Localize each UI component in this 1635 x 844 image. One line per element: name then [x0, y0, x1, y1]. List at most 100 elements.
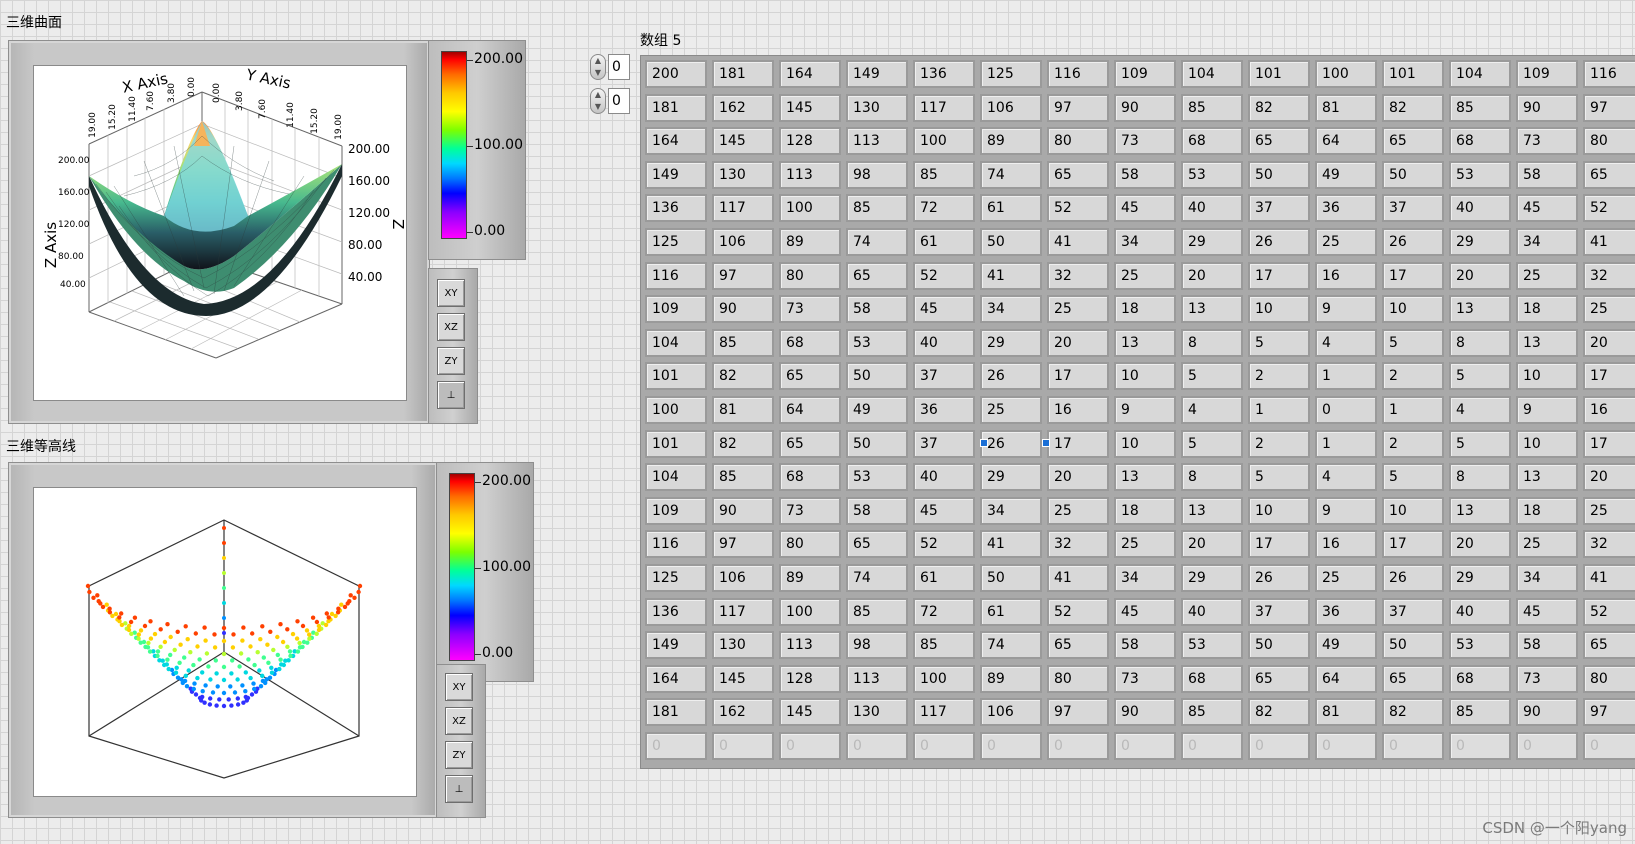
array-cell[interactable]: 37 — [913, 429, 975, 458]
array-cell[interactable]: 45 — [1114, 597, 1176, 626]
array-cell[interactable]: 101 — [1382, 60, 1444, 88]
array-cell[interactable]: 13 — [1449, 295, 1511, 324]
array-cell[interactable]: 65 — [846, 530, 908, 559]
array-cell[interactable]: 36 — [913, 396, 975, 424]
array-cell[interactable]: 18 — [1114, 496, 1176, 525]
array-cell[interactable]: 16 — [1047, 396, 1109, 424]
array-cell[interactable]: 5 — [1181, 362, 1243, 391]
array-cell[interactable]: 149 — [645, 631, 707, 660]
array-cell-empty[interactable]: 0 — [1315, 732, 1377, 760]
array-cell[interactable]: 100 — [913, 127, 975, 156]
array-cell[interactable]: 116 — [1583, 60, 1635, 88]
xy-plane-icon[interactable]: XY — [445, 673, 473, 701]
array-cell[interactable]: 36 — [1315, 597, 1377, 626]
surface-color-ramp[interactable] — [441, 51, 467, 239]
xy-plane-icon[interactable]: XY — [437, 279, 465, 307]
array-cell[interactable]: 10 — [1516, 429, 1578, 458]
array-cell[interactable]: 61 — [980, 194, 1042, 223]
array-cell[interactable]: 82 — [1248, 93, 1310, 122]
array-cell[interactable]: 5 — [1248, 463, 1310, 492]
array-cell[interactable]: 73 — [1516, 664, 1578, 693]
array-cell[interactable]: 58 — [846, 295, 908, 324]
array-cell[interactable]: 104 — [1181, 60, 1243, 88]
array-cell[interactable]: 97 — [712, 530, 774, 559]
array-cell[interactable]: 29 — [980, 463, 1042, 492]
array-cell-empty[interactable]: 0 — [1181, 732, 1243, 760]
array-cell[interactable]: 9 — [1315, 295, 1377, 324]
array-cell[interactable]: 74 — [980, 160, 1042, 189]
array-cell[interactable]: 4 — [1315, 328, 1377, 357]
array-cell[interactable]: 34 — [1516, 228, 1578, 256]
array-cell[interactable]: 17 — [1583, 362, 1635, 391]
array-cell[interactable]: 116 — [645, 261, 707, 290]
array-cell[interactable]: 8 — [1449, 328, 1511, 357]
array-cell[interactable]: 20 — [1047, 328, 1109, 357]
array-cell[interactable]: 13 — [1449, 496, 1511, 525]
surface-plot-area[interactable]: X Axis Y Axis Z Axis Z 19.00 15.20 11.40… — [33, 65, 407, 401]
array-cell[interactable]: 10 — [1382, 295, 1444, 324]
array-cell[interactable]: 20 — [1583, 328, 1635, 357]
array-cell[interactable]: 0 — [1315, 396, 1377, 424]
array-cell[interactable]: 116 — [645, 530, 707, 559]
array-cell[interactable]: 17 — [1047, 362, 1109, 391]
array-cell[interactable]: 20 — [1181, 530, 1243, 559]
array-cell[interactable]: 1 — [1315, 429, 1377, 458]
array-cell[interactable]: 65 — [779, 429, 841, 458]
array-cell[interactable]: 41 — [1047, 228, 1109, 256]
array-cell[interactable]: 98 — [846, 631, 908, 660]
array-cell[interactable]: 82 — [712, 362, 774, 391]
array-cell[interactable]: 52 — [1047, 597, 1109, 626]
array-cell[interactable]: 45 — [913, 295, 975, 324]
array-cell[interactable]: 5 — [1382, 328, 1444, 357]
array-cell[interactable]: 80 — [779, 261, 841, 290]
array-cell[interactable]: 82 — [712, 429, 774, 458]
array-cell[interactable]: 106 — [712, 564, 774, 592]
array-cell[interactable]: 13 — [1516, 328, 1578, 357]
array-cell[interactable]: 29 — [1449, 228, 1511, 256]
array-cell[interactable]: 25 — [1114, 530, 1176, 559]
array-cell[interactable]: 80 — [1583, 127, 1635, 156]
array-cell[interactable]: 125 — [645, 228, 707, 256]
array-cell[interactable]: 74 — [846, 564, 908, 592]
array-cell[interactable]: 145 — [712, 127, 774, 156]
array-cell[interactable]: 113 — [846, 127, 908, 156]
array-cell[interactable]: 113 — [846, 664, 908, 693]
array-cell[interactable]: 1 — [1315, 362, 1377, 391]
yz-plane-icon[interactable]: ZY — [437, 347, 465, 375]
array-cell[interactable]: 49 — [1315, 631, 1377, 660]
array-cell[interactable]: 100 — [1315, 60, 1377, 88]
array-cell[interactable]: 109 — [1516, 60, 1578, 88]
col-index-value[interactable]: 0 — [608, 88, 630, 114]
array-cell[interactable]: 68 — [1449, 664, 1511, 693]
array-cell[interactable]: 68 — [1449, 127, 1511, 156]
array-cell[interactable]: 53 — [1449, 631, 1511, 660]
array-cell[interactable]: 65 — [846, 261, 908, 290]
array-cell-empty[interactable]: 0 — [779, 732, 841, 760]
array-cell-empty[interactable]: 0 — [1047, 732, 1109, 760]
array-cell[interactable]: 68 — [1181, 664, 1243, 693]
array-cell[interactable]: 65 — [1382, 664, 1444, 693]
array-cell[interactable]: 73 — [779, 295, 841, 324]
array-cell[interactable]: 9 — [1516, 396, 1578, 424]
array-cell[interactable]: 26 — [1382, 228, 1444, 256]
array-cell[interactable]: 26 — [1248, 564, 1310, 592]
array-cell[interactable]: 4 — [1315, 463, 1377, 492]
array-cell[interactable]: 26 — [980, 429, 1042, 458]
array-cell[interactable]: 41 — [1583, 228, 1635, 256]
array-cell-empty[interactable]: 0 — [1114, 732, 1176, 760]
array-cell[interactable]: 52 — [1047, 194, 1109, 223]
array-cell[interactable]: 82 — [1248, 698, 1310, 727]
array-cell[interactable]: 41 — [980, 261, 1042, 290]
array-cell[interactable]: 89 — [980, 127, 1042, 156]
array-cell[interactable]: 113 — [779, 631, 841, 660]
array-cell[interactable]: 117 — [913, 698, 975, 727]
array-cell[interactable]: 72 — [913, 597, 975, 626]
array-cell[interactable]: 16 — [1315, 530, 1377, 559]
array-cell[interactable]: 37 — [913, 362, 975, 391]
array-cell[interactable]: 106 — [712, 228, 774, 256]
array-cell[interactable]: 13 — [1516, 463, 1578, 492]
array-cell[interactable]: 72 — [913, 194, 975, 223]
array-cell[interactable]: 68 — [1181, 127, 1243, 156]
array-cell[interactable]: 145 — [712, 664, 774, 693]
array-cell[interactable]: 5 — [1181, 429, 1243, 458]
